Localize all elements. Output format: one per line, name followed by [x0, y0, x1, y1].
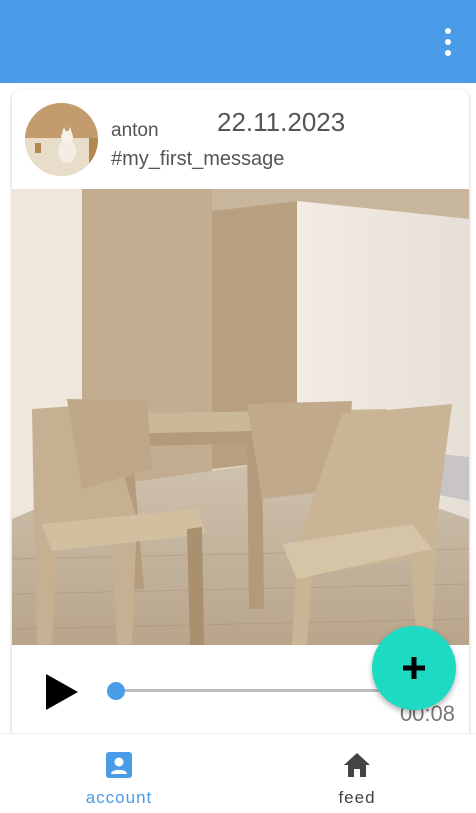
bottom-nav: account feed — [0, 733, 476, 813]
home-icon — [344, 753, 370, 777]
nav-label-account: account — [85, 788, 153, 807]
progress-track[interactable] — [117, 689, 417, 692]
account-box-icon — [106, 752, 132, 778]
nav-item-feed[interactable]: feed — [238, 734, 476, 813]
nav-label-feed: feed — [338, 788, 376, 807]
add-post-button[interactable] — [372, 626, 456, 710]
more-vert-icon[interactable] — [438, 28, 458, 56]
post-username[interactable]: anton — [111, 120, 159, 142]
play-icon[interactable] — [42, 670, 82, 714]
avatar[interactable] — [25, 103, 98, 176]
plus-icon — [403, 657, 425, 679]
post-image — [12, 189, 469, 645]
progress-thumb[interactable] — [107, 682, 125, 700]
app-bar — [0, 0, 476, 83]
nav-item-account[interactable]: account — [0, 734, 238, 813]
post-date: 22.11.2023 — [217, 107, 346, 137]
post-hashtag[interactable]: #my_first_message — [111, 148, 284, 171]
